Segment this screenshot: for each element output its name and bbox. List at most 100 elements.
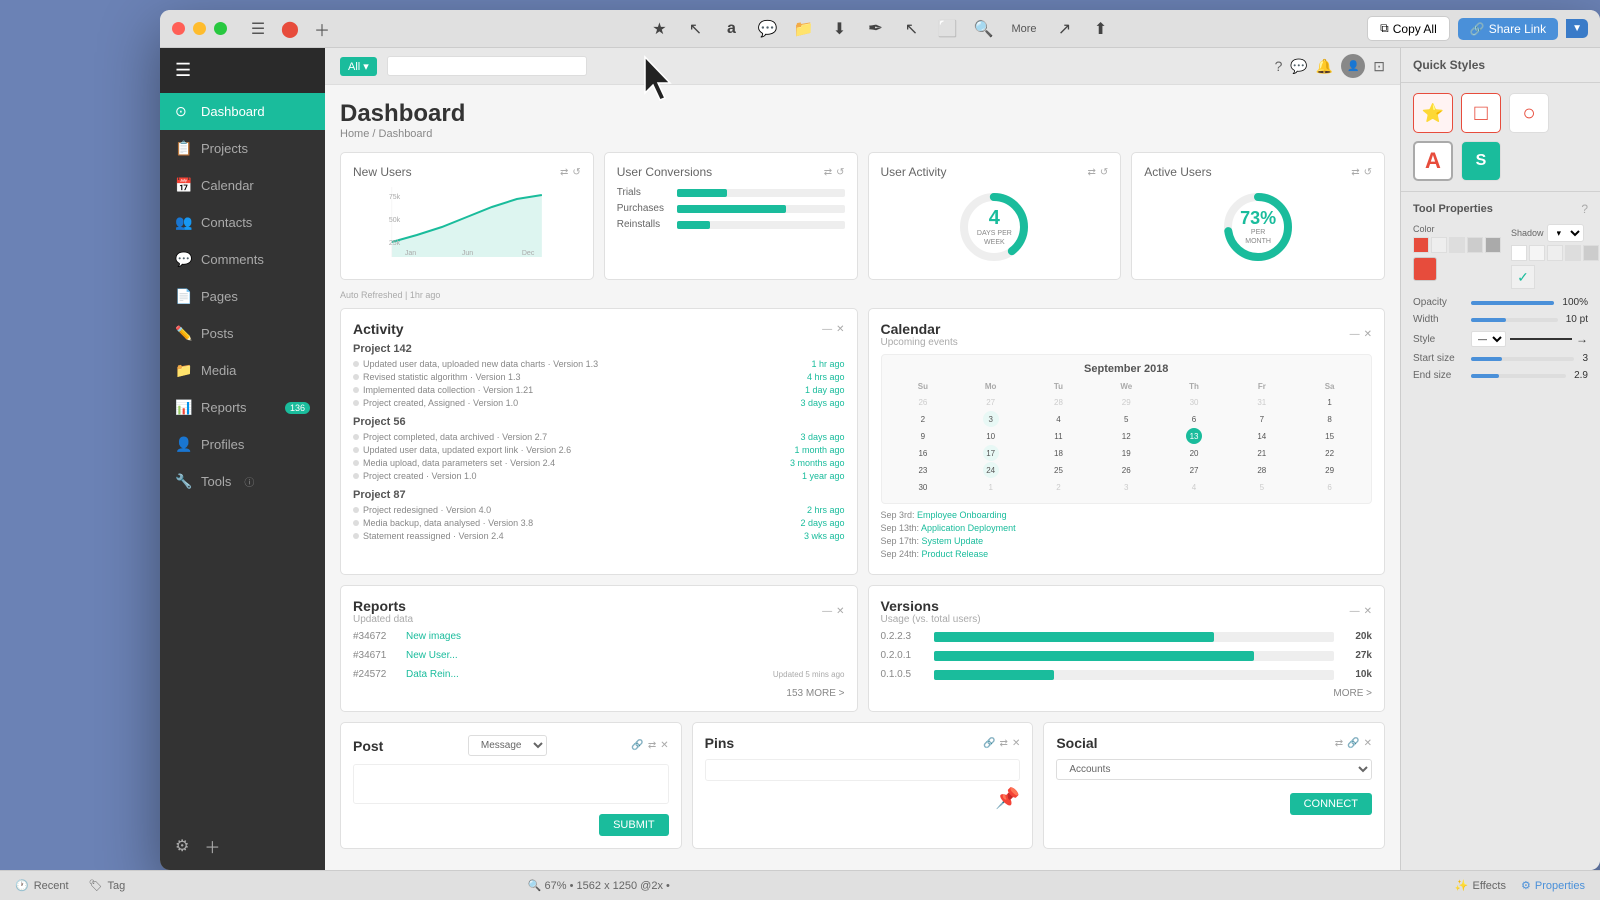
cal-day[interactable]: 22 (1322, 445, 1338, 461)
cal-day[interactable]: 18 (1050, 445, 1066, 461)
shadow-color-4[interactable] (1565, 245, 1581, 261)
cal-minimize-icon[interactable]: — (1350, 329, 1360, 340)
active-share-icon[interactable]: ⇄ (1351, 167, 1359, 178)
sidebar-item-reports[interactable]: 📊 Reports 136 (160, 389, 325, 426)
shadow-color-1[interactable] (1511, 245, 1527, 261)
color-dark-grey[interactable] (1485, 237, 1501, 253)
sidebar-item-dashboard[interactable]: ⊙ Dashboard (160, 93, 325, 130)
quick-style-star[interactable]: ⭐ (1413, 93, 1453, 133)
social-share-icon[interactable]: ⇄ (1335, 738, 1343, 749)
cal-day[interactable]: 31 (1254, 394, 1270, 410)
post-close-icon[interactable]: ✕ (660, 740, 668, 751)
submit-button[interactable]: SUBMIT (599, 814, 669, 836)
share-dropdown-button[interactable]: ▼ (1566, 19, 1588, 38)
shadow-color-5[interactable] (1583, 245, 1599, 261)
shadow-color-2[interactable] (1529, 245, 1545, 261)
cal-day[interactable]: 2 (1050, 479, 1066, 495)
help-icon[interactable]: ? (1275, 58, 1283, 74)
active-refresh-icon[interactable]: ↺ (1364, 167, 1372, 178)
cal-day[interactable]: 16 (915, 445, 931, 461)
upload-tool-icon[interactable]: ⬇ (825, 15, 853, 43)
cal-day[interactable]: 26 (1118, 462, 1134, 478)
pins-input[interactable] (705, 759, 1021, 781)
cal-day[interactable]: 28 (1050, 394, 1066, 410)
minimize-button[interactable] (193, 22, 206, 35)
tool-props-help-icon[interactable]: ? (1581, 202, 1588, 216)
cal-day[interactable]: 6 (1322, 479, 1338, 495)
sidebar-item-profiles[interactable]: 👤 Profiles (160, 426, 325, 463)
width-slider[interactable] (1471, 318, 1558, 322)
post-link-icon[interactable]: 🔗 (631, 740, 643, 751)
cal-day[interactable]: 19 (1118, 445, 1134, 461)
report-link-1[interactable]: New images (406, 631, 837, 642)
maximize-button[interactable] (214, 22, 227, 35)
cal-day[interactable]: 9 (915, 428, 931, 444)
pen-tool-icon[interactable]: ✒ (861, 15, 889, 43)
folder-tool-icon[interactable]: 📁 (789, 15, 817, 43)
sidebar-item-calendar[interactable]: 📅 Calendar (160, 167, 325, 204)
settings-icon[interactable]: ⚙ (175, 836, 189, 856)
cal-day[interactable]: 4 (1050, 411, 1066, 427)
recent-button[interactable]: 🕐 Recent (15, 879, 69, 892)
cal-day[interactable]: 21 (1254, 445, 1270, 461)
cal-day[interactable]: 12 (1118, 428, 1134, 444)
cal-day[interactable]: 7 (1254, 411, 1270, 427)
reports-minimize-icon[interactable]: — (822, 606, 832, 617)
cal-day[interactable]: 23 (915, 462, 931, 478)
star-tool-icon[interactable]: ★ (645, 15, 673, 43)
color-lighter[interactable] (1449, 237, 1465, 253)
rect-select-icon[interactable]: ⬜ (933, 15, 961, 43)
color-red[interactable] (1413, 237, 1429, 253)
cal-day[interactable]: 5 (1254, 479, 1270, 495)
effects-button[interactable]: ✨ Effects (1455, 879, 1506, 892)
pins-link-icon[interactable]: 🔗 (983, 738, 995, 749)
download-icon[interactable]: ⬆ (1087, 15, 1115, 43)
hamburger-icon[interactable]: ☰ (175, 60, 310, 81)
sidebar-toggle-icon[interactable]: ☰ (247, 18, 269, 40)
cal-day[interactable]: 11 (1050, 428, 1066, 444)
all-dropdown[interactable]: All ▾ (340, 57, 377, 76)
opacity-slider[interactable] (1471, 301, 1554, 305)
add-bottom-icon[interactable]: ＋ (204, 834, 220, 858)
cal-day[interactable]: 2 (915, 411, 931, 427)
share-action-icon[interactable]: ⇄ (560, 167, 568, 178)
activity-share-icon[interactable]: ⇄ (1087, 167, 1095, 178)
cal-day[interactable]: 10 (983, 428, 999, 444)
cal-day[interactable]: 8 (1322, 411, 1338, 427)
stop-icon[interactable]: ⬤ (279, 18, 301, 40)
post-share-icon[interactable]: ⇄ (648, 740, 656, 751)
sidebar-item-contacts[interactable]: 👥 Contacts (160, 204, 325, 241)
refresh-action-icon[interactable]: ↺ (572, 167, 580, 178)
cal-day-today[interactable]: 13 (1186, 428, 1202, 444)
social-link-icon[interactable]: 🔗 (1347, 738, 1359, 749)
activity-refresh-icon[interactable]: ↺ (1100, 167, 1108, 178)
cal-day[interactable]: 29 (1322, 462, 1338, 478)
add-icon[interactable]: ＋ (311, 18, 333, 40)
sidebar-item-projects[interactable]: 📋 Projects (160, 130, 325, 167)
cal-day[interactable]: 25 (1050, 462, 1066, 478)
share-icon[interactable]: ↗ (1051, 15, 1079, 43)
cal-day[interactable]: 26 (915, 394, 931, 410)
pins-close-icon[interactable]: ✕ (1012, 738, 1020, 749)
text-tool-icon[interactable]: a (717, 15, 745, 43)
cal-day[interactable]: 29 (1118, 394, 1134, 410)
cal-day[interactable]: 20 (1186, 445, 1202, 461)
line-style-dropdown[interactable]: — (1471, 331, 1506, 347)
cal-day[interactable]: 28 (1254, 462, 1270, 478)
quick-style-text[interactable]: A (1413, 141, 1453, 181)
activity-close-icon[interactable]: ✕ (836, 324, 844, 335)
comment-tool-icon[interactable]: 💬 (753, 15, 781, 43)
activity-minimize-icon[interactable]: — (822, 324, 832, 335)
versions-more-link[interactable]: MORE > (881, 688, 1373, 699)
select-tool-icon[interactable]: ↖ (897, 15, 925, 43)
search-input[interactable] (387, 56, 587, 76)
reports-more-link[interactable]: 153 MORE > (353, 688, 845, 699)
chat-icon[interactable]: 💬 (1290, 58, 1307, 75)
cal-day-event[interactable]: 3 (983, 411, 999, 427)
cal-day[interactable]: 1 (983, 479, 999, 495)
versions-close-icon[interactable]: ✕ (1364, 606, 1372, 617)
user-avatar[interactable]: 👤 (1341, 54, 1365, 78)
cal-day-event[interactable]: 24 (983, 462, 999, 478)
lasso-tool-icon[interactable]: ↖ (681, 15, 709, 43)
reports-close-icon[interactable]: ✕ (836, 606, 844, 617)
